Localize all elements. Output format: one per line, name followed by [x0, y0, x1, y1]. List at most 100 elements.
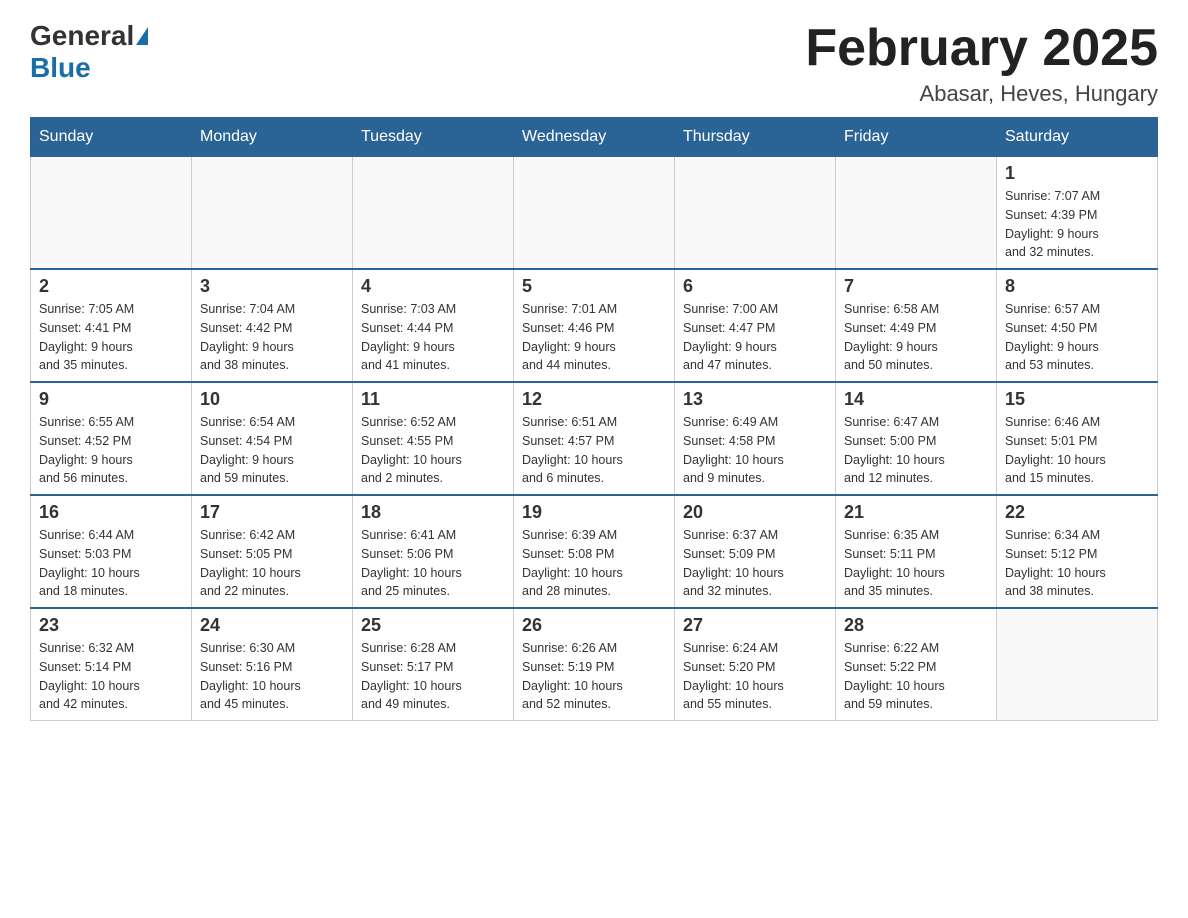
calendar-cell: 21 Sunrise: 6:35 AM Sunset: 5:11 PM Dayli…: [836, 495, 997, 608]
calendar-cell: 8Sunrise: 6:57 AM Sunset: 4:50 PM Daylig…: [997, 269, 1158, 382]
calendar-cell: 6Sunrise: 7:00 AM Sunset: 4:47 PM Daylig…: [675, 269, 836, 382]
calendar-cell: 14Sunrise: 6:47 AM Sunset: 5:00 PM Dayli…: [836, 382, 997, 495]
logo: General Blue: [30, 20, 150, 84]
calendar-cell: 15Sunrise: 6:46 AM Sunset: 5:01 PM Dayli…: [997, 382, 1158, 495]
calendar-cell: [836, 157, 997, 270]
weekday-header-saturday: Saturday: [997, 118, 1158, 157]
day-info: Sunrise: 6:28 AM Sunset: 5:17 PM Dayligh…: [361, 639, 505, 714]
logo-blue-text: Blue: [30, 52, 91, 84]
calendar-cell: 3 Sunrise: 7:04 AM Sunset: 4:42 PM Daylig…: [192, 269, 353, 382]
day-info: Sunrise: 6:49 AM Sunset: 4:58 PM Dayligh…: [683, 413, 827, 488]
day-info: Sunrise: 6:22 AM Sunset: 5:22 PM Dayligh…: [844, 639, 988, 714]
weekday-header-wednesday: Wednesday: [514, 118, 675, 157]
weekday-header-monday: Monday: [192, 118, 353, 157]
calendar-cell: 2 Sunrise: 7:05 AM Sunset: 4:41 PM Daylig…: [31, 269, 192, 382]
calendar-week-row: 9Sunrise: 6:55 AM Sunset: 4:52 PM Daylig…: [31, 382, 1158, 495]
day-number: 27: [683, 615, 827, 636]
day-number: 4: [361, 276, 505, 297]
calendar-cell: 24 Sunrise: 6:30 AM Sunset: 5:16 PM Dayli…: [192, 608, 353, 721]
calendar-cell: [997, 608, 1158, 721]
calendar-week-row: 23Sunrise: 6:32 AM Sunset: 5:14 PM Dayli…: [31, 608, 1158, 721]
calendar-cell: 7Sunrise: 6:58 AM Sunset: 4:49 PM Daylig…: [836, 269, 997, 382]
day-number: 12: [522, 389, 666, 410]
day-info: Sunrise: 6:26 AM Sunset: 5:19 PM Dayligh…: [522, 639, 666, 714]
day-info: Sunrise: 7:01 AM Sunset: 4:46 PM Dayligh…: [522, 300, 666, 375]
weekday-header-thursday: Thursday: [675, 118, 836, 157]
calendar-cell: 28 Sunrise: 6:22 AM Sunset: 5:22 PM Dayli…: [836, 608, 997, 721]
weekday-header-row: SundayMondayTuesdayWednesdayThursdayFrid…: [31, 118, 1158, 157]
calendar-week-row: 1 Sunrise: 7:07 AM Sunset: 4:39 PM Daylig…: [31, 157, 1158, 270]
day-number: 14: [844, 389, 988, 410]
day-info: Sunrise: 6:41 AM Sunset: 5:06 PM Dayligh…: [361, 526, 505, 601]
day-info: Sunrise: 6:51 AM Sunset: 4:57 PM Dayligh…: [522, 413, 666, 488]
calendar-cell: 19 Sunrise: 6:39 AM Sunset: 5:08 PM Dayli…: [514, 495, 675, 608]
calendar-cell: 1 Sunrise: 7:07 AM Sunset: 4:39 PM Daylig…: [997, 157, 1158, 270]
logo-general-text: General: [30, 20, 134, 52]
day-number: 18: [361, 502, 505, 523]
day-info: Sunrise: 6:58 AM Sunset: 4:49 PM Dayligh…: [844, 300, 988, 375]
day-number: 2: [39, 276, 183, 297]
day-number: 19: [522, 502, 666, 523]
day-number: 21: [844, 502, 988, 523]
day-info: Sunrise: 6:54 AM Sunset: 4:54 PM Dayligh…: [200, 413, 344, 488]
day-info: Sunrise: 7:04 AM Sunset: 4:42 PM Dayligh…: [200, 300, 344, 375]
day-info: Sunrise: 6:42 AM Sunset: 5:05 PM Dayligh…: [200, 526, 344, 601]
calendar-cell: 27 Sunrise: 6:24 AM Sunset: 5:20 PM Dayli…: [675, 608, 836, 721]
day-info: Sunrise: 6:24 AM Sunset: 5:20 PM Dayligh…: [683, 639, 827, 714]
day-info: Sunrise: 6:46 AM Sunset: 5:01 PM Dayligh…: [1005, 413, 1149, 488]
calendar-cell: 20 Sunrise: 6:37 AM Sunset: 5:09 PM Dayli…: [675, 495, 836, 608]
calendar-cell: 9Sunrise: 6:55 AM Sunset: 4:52 PM Daylig…: [31, 382, 192, 495]
day-number: 24: [200, 615, 344, 636]
day-number: 3: [200, 276, 344, 297]
calendar-cell: 26Sunrise: 6:26 AM Sunset: 5:19 PM Dayli…: [514, 608, 675, 721]
logo-triangle-icon: [136, 27, 148, 45]
calendar-cell: [675, 157, 836, 270]
day-info: Sunrise: 6:39 AM Sunset: 5:08 PM Dayligh…: [522, 526, 666, 601]
calendar-cell: 18 Sunrise: 6:41 AM Sunset: 5:06 PM Dayli…: [353, 495, 514, 608]
day-number: 8: [1005, 276, 1149, 297]
calendar-cell: 16 Sunrise: 6:44 AM Sunset: 5:03 PM Dayli…: [31, 495, 192, 608]
calendar-table: SundayMondayTuesdayWednesdayThursdayFrid…: [30, 117, 1158, 721]
calendar-cell: 10 Sunrise: 6:54 AM Sunset: 4:54 PM Dayli…: [192, 382, 353, 495]
weekday-header-sunday: Sunday: [31, 118, 192, 157]
day-number: 17: [200, 502, 344, 523]
day-number: 22: [1005, 502, 1149, 523]
day-number: 10: [200, 389, 344, 410]
day-number: 28: [844, 615, 988, 636]
day-number: 16: [39, 502, 183, 523]
calendar-cell: 23Sunrise: 6:32 AM Sunset: 5:14 PM Dayli…: [31, 608, 192, 721]
calendar-week-row: 2 Sunrise: 7:05 AM Sunset: 4:41 PM Daylig…: [31, 269, 1158, 382]
day-info: Sunrise: 6:44 AM Sunset: 5:03 PM Dayligh…: [39, 526, 183, 601]
calendar-week-row: 16 Sunrise: 6:44 AM Sunset: 5:03 PM Dayli…: [31, 495, 1158, 608]
calendar-cell: 11 Sunrise: 6:52 AM Sunset: 4:55 PM Dayli…: [353, 382, 514, 495]
day-number: 5: [522, 276, 666, 297]
day-info: Sunrise: 6:52 AM Sunset: 4:55 PM Dayligh…: [361, 413, 505, 488]
calendar-title: February 2025: [805, 20, 1158, 77]
day-info: Sunrise: 6:35 AM Sunset: 5:11 PM Dayligh…: [844, 526, 988, 601]
day-number: 9: [39, 389, 183, 410]
calendar-cell: [353, 157, 514, 270]
calendar-cell: 12 Sunrise: 6:51 AM Sunset: 4:57 PM Dayli…: [514, 382, 675, 495]
day-number: 1: [1005, 163, 1149, 184]
day-number: 11: [361, 389, 505, 410]
calendar-cell: 5 Sunrise: 7:01 AM Sunset: 4:46 PM Daylig…: [514, 269, 675, 382]
calendar-cell: 17 Sunrise: 6:42 AM Sunset: 5:05 PM Dayli…: [192, 495, 353, 608]
calendar-cell: [514, 157, 675, 270]
calendar-subtitle: Abasar, Heves, Hungary: [805, 81, 1158, 107]
day-info: Sunrise: 6:30 AM Sunset: 5:16 PM Dayligh…: [200, 639, 344, 714]
calendar-cell: 25 Sunrise: 6:28 AM Sunset: 5:17 PM Dayli…: [353, 608, 514, 721]
weekday-header-tuesday: Tuesday: [353, 118, 514, 157]
weekday-header-friday: Friday: [836, 118, 997, 157]
calendar-cell: 22Sunrise: 6:34 AM Sunset: 5:12 PM Dayli…: [997, 495, 1158, 608]
day-info: Sunrise: 7:03 AM Sunset: 4:44 PM Dayligh…: [361, 300, 505, 375]
day-number: 25: [361, 615, 505, 636]
day-number: 6: [683, 276, 827, 297]
title-area: February 2025 Abasar, Heves, Hungary: [805, 20, 1158, 107]
day-number: 13: [683, 389, 827, 410]
day-info: Sunrise: 7:05 AM Sunset: 4:41 PM Dayligh…: [39, 300, 183, 375]
day-number: 20: [683, 502, 827, 523]
calendar-cell: 4 Sunrise: 7:03 AM Sunset: 4:44 PM Daylig…: [353, 269, 514, 382]
day-info: Sunrise: 6:37 AM Sunset: 5:09 PM Dayligh…: [683, 526, 827, 601]
day-info: Sunrise: 7:07 AM Sunset: 4:39 PM Dayligh…: [1005, 187, 1149, 262]
day-number: 23: [39, 615, 183, 636]
